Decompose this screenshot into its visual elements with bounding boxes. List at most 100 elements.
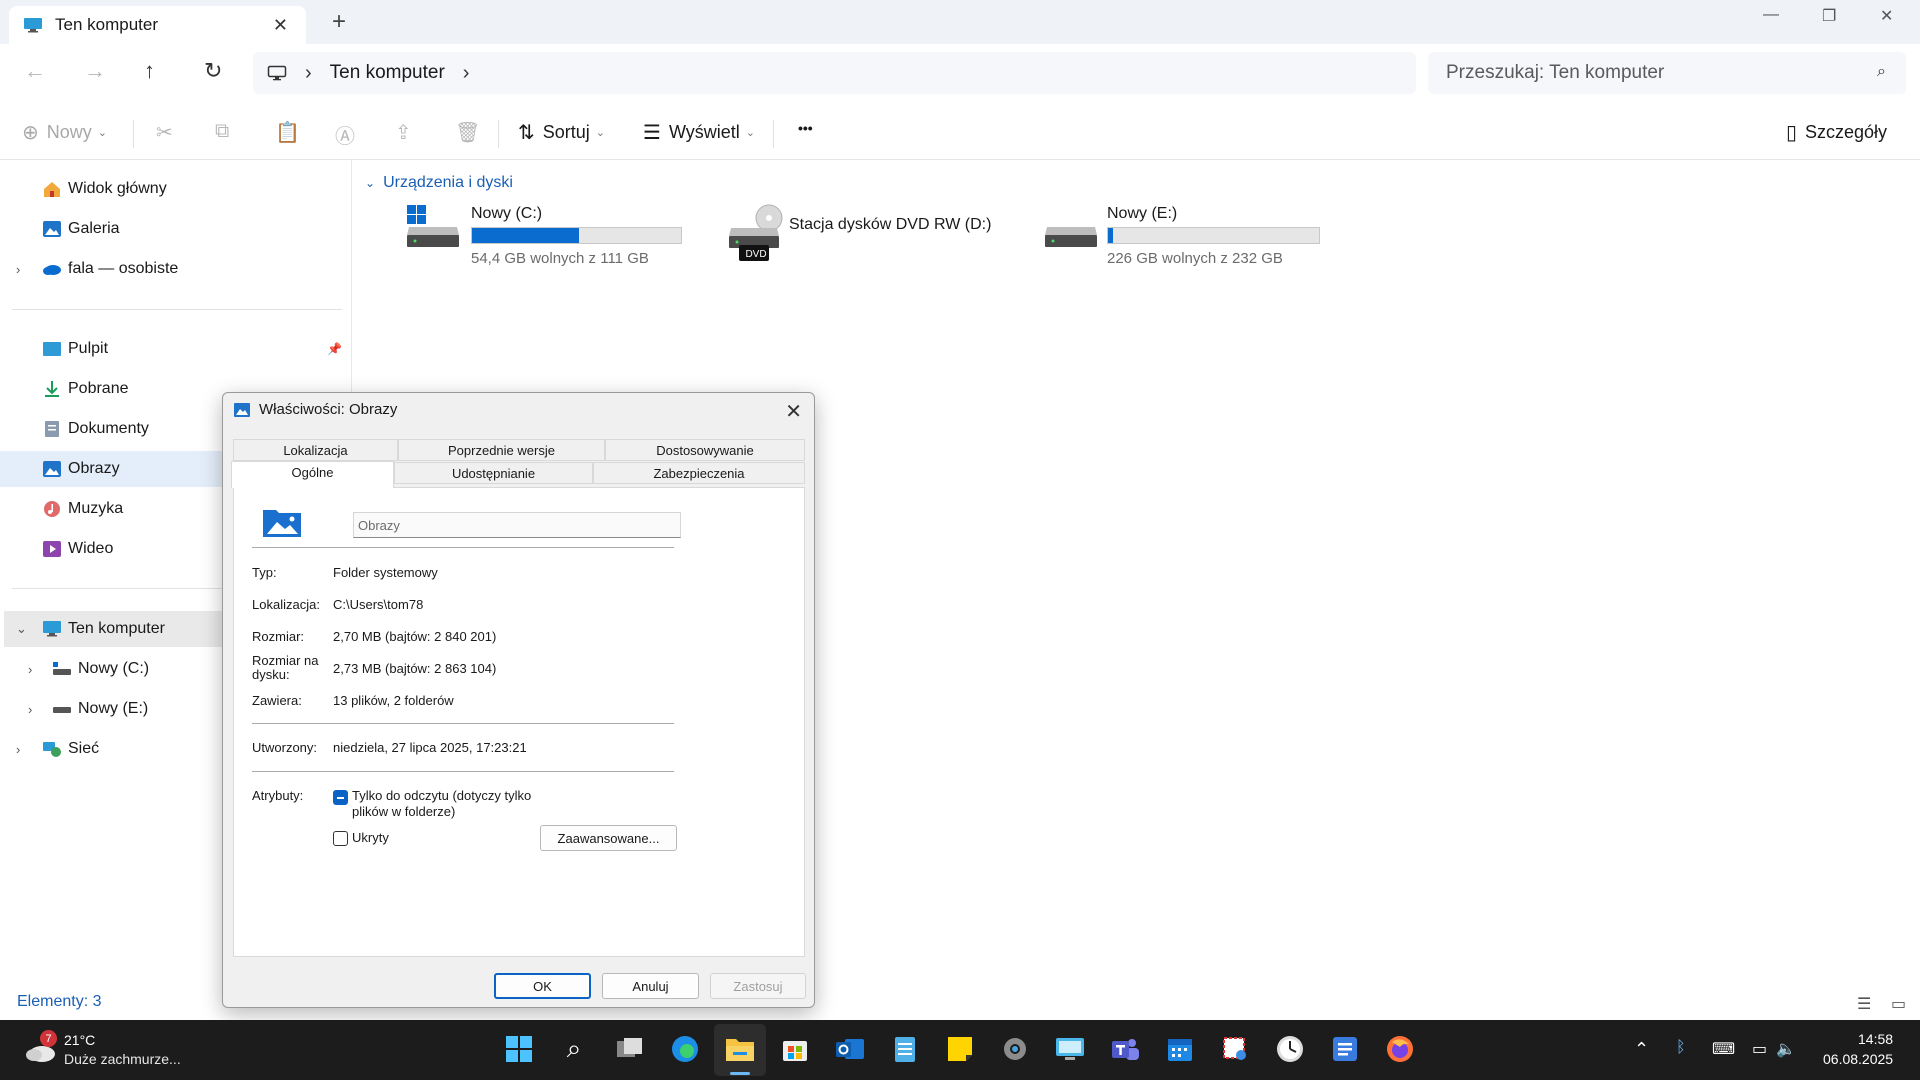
sort-button[interactable]: ⇅ Sortuj ⌄ — [518, 120, 605, 145]
sidebar-item-gallery[interactable]: Galeria — [0, 211, 352, 247]
edge-browser-icon[interactable] — [668, 1032, 702, 1066]
share-icon[interactable]: ⇪ — [395, 120, 412, 145]
details-button[interactable]: ▯ Szczegóły — [1786, 120, 1887, 145]
monitor-icon — [267, 65, 287, 81]
search-icon[interactable]: ⌕ — [1877, 63, 1886, 81]
readonly-label-line1: Tylko do odczytu (dotyczy tylko — [352, 788, 532, 803]
tab-udostepnianie[interactable]: Udostępnianie — [394, 462, 593, 484]
chevron-down-icon: ⌄ — [97, 127, 107, 139]
forward-arrow-icon[interactable]: → — [84, 58, 106, 84]
disk-size-value: 2,73 MB (bajtów: 2 863 104) — [333, 661, 497, 676]
search-icon[interactable]: ⌕ — [557, 1032, 591, 1066]
chevron-right-icon[interactable]: › — [16, 742, 20, 757]
sidebar-item-pictures[interactable]: Obrazy — [0, 451, 222, 487]
outlook-icon[interactable] — [833, 1032, 867, 1066]
calendar-icon[interactable] — [1163, 1032, 1197, 1066]
more-options-button[interactable]: ••• — [798, 120, 813, 136]
close-icon[interactable]: ✕ — [785, 399, 802, 424]
sidebar-item-drive-e[interactable]: › Nowy (E:) — [0, 691, 222, 727]
pin-icon[interactable]: 📌 — [327, 342, 342, 356]
cancel-button[interactable]: Anuluj — [602, 973, 699, 999]
copy-icon[interactable]: ⧉ — [215, 120, 229, 143]
weather-temperature[interactable]: 21°C — [64, 1032, 95, 1048]
search-box[interactable]: ⌕ — [1428, 52, 1906, 94]
weather-description[interactable]: Duże zachmurze... — [64, 1051, 181, 1067]
tiles-view-icon[interactable]: ▭ — [1891, 994, 1906, 1014]
tab-ogolne[interactable]: Ogólne — [231, 461, 394, 488]
sidebar-item-onedrive[interactable]: › fala — osobiste — [0, 251, 352, 287]
clock-time[interactable]: 14:58 — [1858, 1031, 1893, 1047]
chevron-right-icon[interactable]: › — [28, 702, 32, 717]
cut-icon[interactable]: ✂ — [156, 120, 173, 145]
sticky-notes-icon[interactable] — [943, 1032, 977, 1066]
hidden-checkbox[interactable] — [333, 831, 348, 846]
tab-lokalizacja[interactable]: Lokalizacja — [233, 439, 398, 461]
breadcrumb-chevron-icon[interactable]: › — [463, 62, 470, 85]
close-window-button[interactable]: ✕ — [1880, 6, 1893, 26]
close-tab-icon[interactable]: ✕ — [273, 15, 288, 36]
file-explorer-icon[interactable] — [723, 1032, 757, 1066]
new-tab-button[interactable]: + — [332, 8, 346, 36]
drive-name: Nowy (C:) — [471, 205, 543, 222]
type-value: Folder systemowy — [333, 565, 438, 580]
rename-icon[interactable]: Ⓐ — [335, 120, 355, 149]
folder-name-field[interactable]: Obrazy — [353, 512, 681, 538]
volume-icon[interactable]: 🔈 — [1776, 1039, 1796, 1059]
sidebar-item-this-pc[interactable]: ⌄ Ten komputer — [4, 611, 226, 647]
keyboard-icon[interactable]: ⌨ — [1712, 1039, 1735, 1059]
snipping-tool-icon[interactable] — [1218, 1032, 1252, 1066]
sidebar-item-home[interactable]: Widok główny — [0, 171, 352, 207]
start-windows-icon[interactable] — [502, 1032, 536, 1066]
tab-ten-komputer[interactable]: Ten komputer ✕ — [9, 6, 306, 44]
readonly-checkbox[interactable] — [333, 790, 348, 805]
view-button[interactable]: ☰ Wyświetl ⌄ — [643, 120, 755, 145]
clock-date[interactable]: 06.08.2025 — [1823, 1051, 1893, 1067]
details-view-icon[interactable]: ☰ — [1857, 994, 1871, 1014]
paste-icon[interactable]: 📋 — [275, 120, 300, 145]
location-value: C:\Users\tom78 — [333, 597, 424, 612]
dvd-badge: DVD — [745, 249, 767, 260]
chevron-up-icon[interactable]: ⌃ — [1634, 1039, 1649, 1060]
sidebar-item-video[interactable]: Wideo — [0, 531, 222, 567]
apply-button[interactable]: Zastosuj — [710, 973, 806, 999]
store-icon[interactable] — [778, 1032, 812, 1066]
search-input[interactable] — [1446, 62, 1846, 84]
address-bar[interactable]: › Ten komputer › — [253, 52, 1416, 94]
ok-button[interactable]: OK — [494, 973, 591, 999]
sidebar-item-drive-c[interactable]: › Nowy (C:) — [0, 651, 222, 687]
sidebar-item-desktop[interactable]: Pulpit 📌 — [0, 331, 352, 367]
sidebar-item-music[interactable]: Muzyka — [0, 491, 222, 527]
weather-alert-badge: 7 — [40, 1030, 57, 1047]
new-button[interactable]: ⊕ Nowy ⌄ — [22, 120, 107, 145]
pictures-icon — [43, 461, 61, 477]
settings-gear-icon[interactable] — [998, 1032, 1032, 1066]
docs-icon[interactable] — [1328, 1032, 1362, 1066]
teams-icon[interactable] — [1108, 1032, 1142, 1066]
remote-desktop-icon[interactable] — [1053, 1032, 1087, 1066]
tab-zabezpieczenia[interactable]: Zabezpieczenia — [593, 462, 805, 484]
tab-poprzednie-wersje[interactable]: Poprzednie wersje — [398, 439, 605, 461]
tab-dostosowywanie[interactable]: Dostosowywanie — [605, 439, 805, 461]
breadcrumb-chevron-icon[interactable]: › — [305, 62, 312, 85]
chevron-right-icon[interactable]: › — [16, 262, 20, 277]
sort-label: Sortuj — [542, 122, 590, 142]
clock-app-icon[interactable] — [1273, 1032, 1307, 1066]
network-status-icon[interactable]: ▭ — [1752, 1039, 1767, 1059]
notepad-icon[interactable] — [888, 1032, 922, 1066]
task-view-icon[interactable] — [613, 1032, 647, 1066]
chevron-right-icon[interactable]: › — [28, 662, 32, 677]
sidebar-item-network[interactable]: › Sieć — [0, 731, 222, 767]
delete-icon[interactable]: 🗑 — [455, 120, 480, 145]
refresh-icon[interactable]: ↻ — [204, 58, 222, 84]
gallery-icon — [43, 221, 61, 237]
back-arrow-icon[interactable]: ← — [24, 58, 46, 84]
breadcrumb-ten-komputer[interactable]: Ten komputer — [330, 62, 445, 84]
maximize-button[interactable]: ❐ — [1822, 6, 1836, 26]
up-arrow-icon[interactable]: ↑ — [144, 58, 155, 84]
firefox-icon[interactable] — [1383, 1032, 1417, 1066]
section-header-devices[interactable]: ⌄ Urządzenia i dyski — [365, 174, 513, 192]
chevron-down-icon[interactable]: ⌄ — [16, 621, 27, 637]
bluetooth-icon[interactable]: ᛒ — [1676, 1039, 1686, 1057]
advanced-button[interactable]: Zaawansowane... — [540, 825, 677, 851]
minimize-button[interactable]: — — [1763, 6, 1779, 24]
